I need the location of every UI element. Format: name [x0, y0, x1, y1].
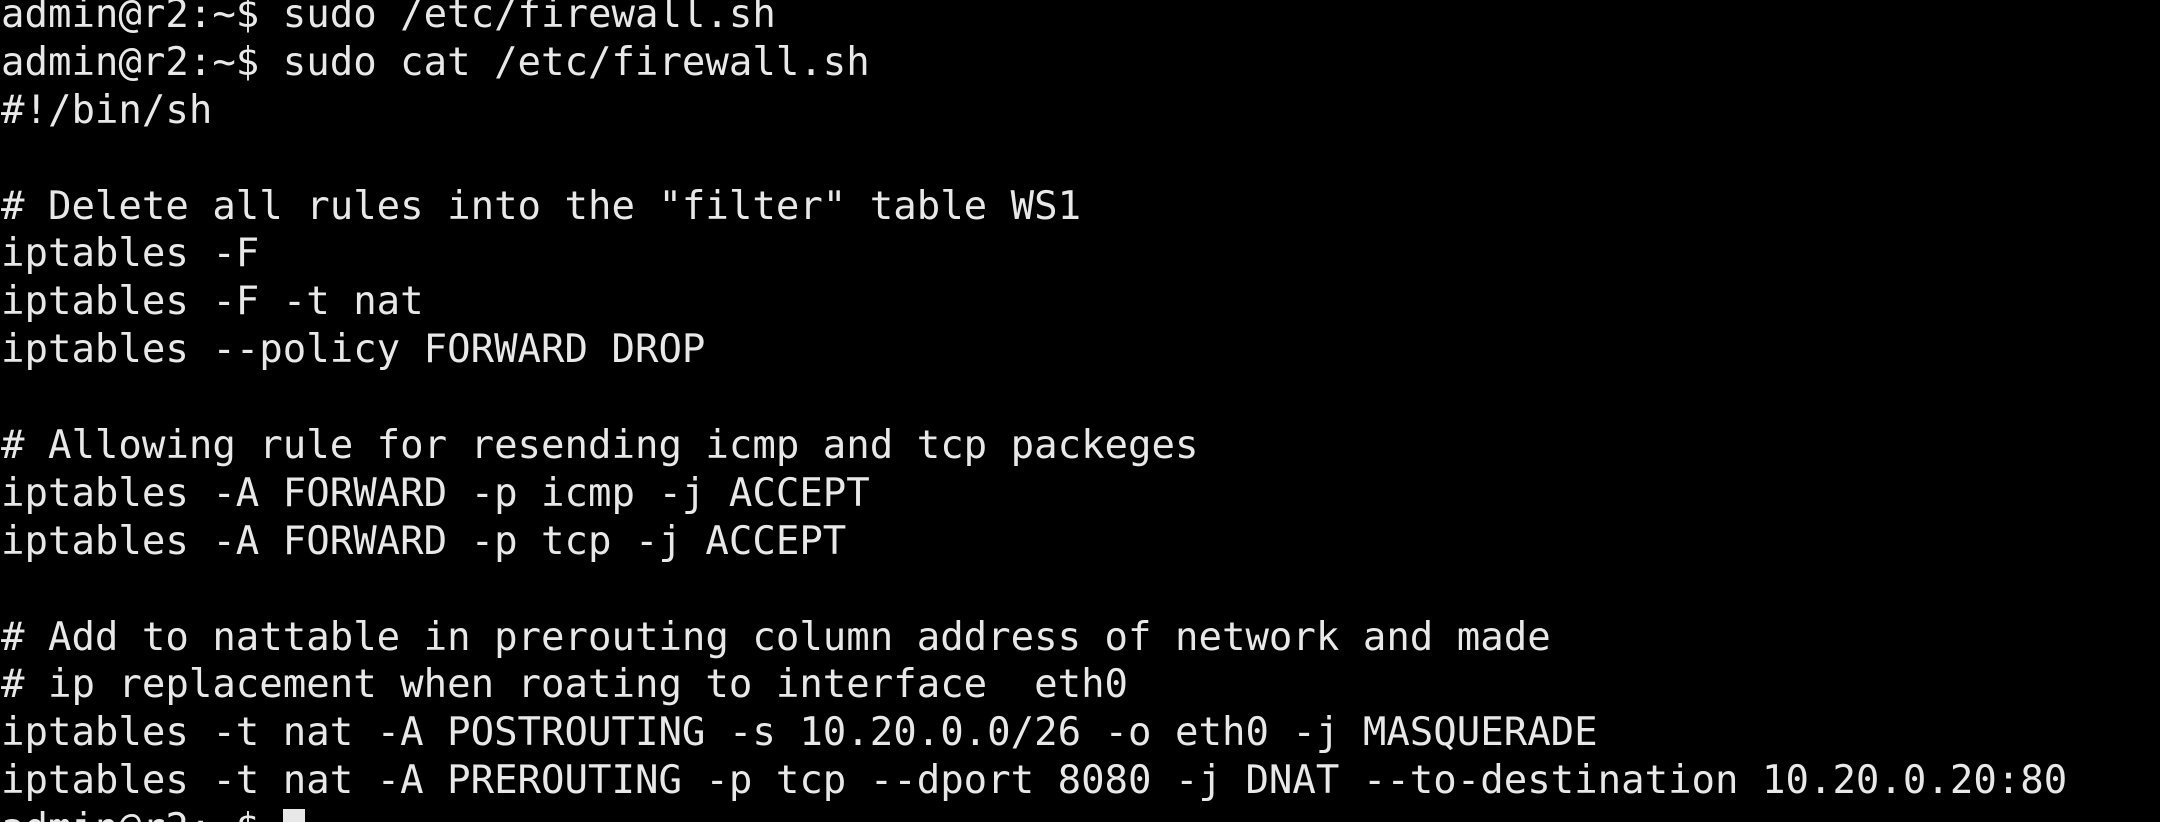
terminal-prompt: admin@r2:~$ [1, 806, 283, 822]
terminal-line: # ip replacement when roating to interfa… [1, 662, 1129, 708]
terminal-line: iptables -A FORWARD -p tcp -j ACCEPT [1, 518, 847, 564]
terminal-line: # Allowing rule for resending icmp and t… [1, 423, 1199, 469]
terminal-line: admin@r2:~$ sudo cat /etc/firewall.sh [1, 39, 870, 85]
terminal-line: iptables -t nat -A POSTROUTING -s 10.20.… [1, 710, 1598, 756]
terminal-line: # Add to nattable in prerouting column a… [1, 614, 1551, 660]
terminal-window[interactable]: admin@r2:~$ sudo /etc/firewall.sh admin@… [0, 0, 2160, 822]
terminal-line: iptables -A FORWARD -p icmp -j ACCEPT [1, 470, 870, 516]
terminal-line: iptables -F -t nat [1, 279, 424, 325]
terminal-line: # Delete all rules into the "filter" tab… [1, 183, 1082, 229]
terminal-line: admin@r2:~$ sudo /etc/firewall.sh [1, 0, 776, 37]
terminal-prompt-line[interactable]: admin@r2:~$ [0, 805, 2160, 822]
terminal-cursor [282, 809, 305, 822]
terminal-line: iptables --policy FORWARD DROP [1, 327, 706, 373]
terminal-line: iptables -t nat -A PREROUTING -p tcp --d… [1, 758, 2068, 804]
terminal-line: #!/bin/sh [1, 87, 213, 133]
terminal-line: iptables -F [1, 231, 260, 277]
